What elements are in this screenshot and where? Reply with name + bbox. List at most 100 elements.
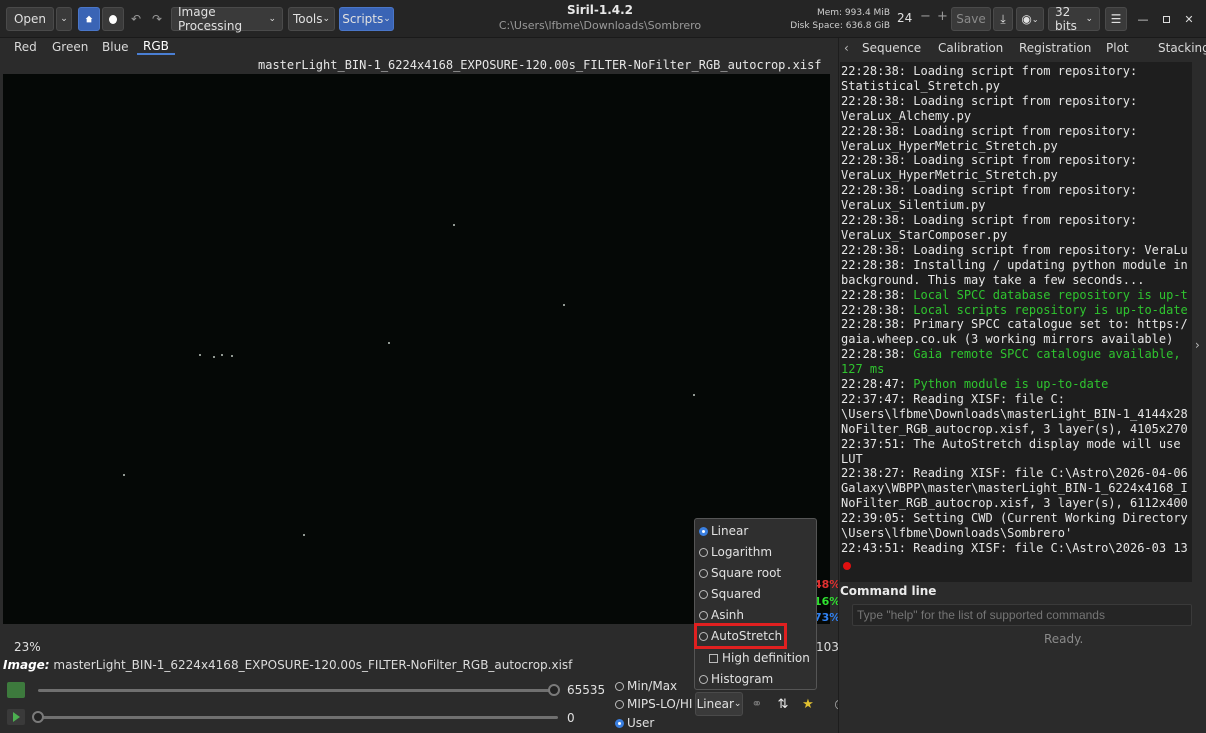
high-slider-track[interactable] bbox=[38, 689, 558, 692]
log-text: 22:28:38: bbox=[841, 347, 914, 362]
redo-button[interactable]: ↷ bbox=[148, 7, 166, 31]
image-processing-menu[interactable]: Image Processing ⌄ bbox=[171, 5, 283, 33]
console-log[interactable]: 22:28:38: Loading script from repository… bbox=[840, 62, 1192, 582]
log-text: Statistical_Stretch.py bbox=[841, 78, 1000, 93]
right-panel: ‹ Sequence Calibration Registration Plot… bbox=[838, 38, 1206, 733]
play-button[interactable] bbox=[7, 709, 25, 725]
cpu-increase-button[interactable]: + bbox=[937, 9, 948, 24]
tab-rgb[interactable]: RGB bbox=[137, 39, 175, 55]
log-text: 22:28:38: Loading script from repository… bbox=[841, 93, 1138, 108]
menu-square-root-label: Square root bbox=[711, 566, 782, 580]
link-icon: ⚭ bbox=[751, 696, 763, 712]
tab-red[interactable]: Red bbox=[14, 40, 37, 54]
menu-squared[interactable]: Squared bbox=[699, 587, 761, 601]
main-menu-button[interactable]: ☰ bbox=[1105, 7, 1127, 31]
image-name: masterLight_BIN-1_6224x4168_EXPOSURE-120… bbox=[53, 658, 573, 672]
undo-icon: ↶ bbox=[130, 12, 142, 26]
image-filename-header: masterLight_BIN-1_6224x4168_EXPOSURE-120… bbox=[258, 58, 822, 72]
menu-logarithm[interactable]: Logarithm bbox=[699, 545, 772, 559]
log-line: 22:28:38: Installing / updating python m… bbox=[841, 258, 1192, 273]
log-text: 22:43:51: Reading XISF: file C:\Astro\20… bbox=[841, 541, 1188, 555]
tab-calibration[interactable]: Calibration bbox=[938, 41, 1003, 55]
home-button[interactable] bbox=[78, 7, 100, 31]
close-icon: ✕ bbox=[1184, 12, 1194, 26]
bit-depth-button[interactable]: 32 bits ⌄ bbox=[1048, 5, 1100, 33]
menu-high-definition[interactable]: High definition bbox=[709, 651, 810, 665]
menu-square-root[interactable]: Square root bbox=[699, 566, 781, 580]
red-percent: 48% bbox=[814, 578, 841, 591]
chevron-down-icon: ⌄ bbox=[1085, 14, 1093, 24]
cpu-count: 24 bbox=[897, 11, 913, 25]
radio-icon bbox=[699, 568, 708, 578]
menu-linear[interactable]: Linear bbox=[699, 524, 748, 538]
image-processing-label: Image Processing bbox=[178, 5, 243, 33]
scripts-menu[interactable]: Scripts ⌄ bbox=[339, 7, 394, 31]
menu-asinh[interactable]: Asinh bbox=[699, 608, 744, 622]
chevron-down-icon: ⌄ bbox=[60, 14, 68, 24]
tools-menu[interactable]: Tools ⌄ bbox=[288, 7, 335, 31]
close-button[interactable]: ✕ bbox=[1178, 8, 1200, 30]
open-button[interactable]: Open bbox=[6, 7, 54, 31]
livestack-button[interactable] bbox=[102, 7, 124, 31]
working-directory: C:\Users\lfbme\Downloads\Sombrero bbox=[498, 19, 702, 32]
cpu-decrease-button[interactable]: − bbox=[920, 9, 931, 24]
log-text: Galaxy\WBPP\master\masterLight_BIN-1_622… bbox=[841, 481, 1188, 496]
menu-high-definition-label: High definition bbox=[722, 651, 810, 665]
tab-green[interactable]: Green bbox=[52, 40, 88, 54]
log-success-text: Gaia remote SPCC catalogue available, bbox=[913, 347, 1181, 362]
scale-user[interactable]: User bbox=[615, 716, 654, 730]
undo-button[interactable]: ↶ bbox=[127, 7, 145, 31]
log-success-text: 127 ms bbox=[841, 362, 885, 377]
log-success-text: Local SPCC database repository is up-t bbox=[913, 287, 1188, 302]
scale-mips[interactable]: MIPS-LO/HI bbox=[615, 697, 692, 711]
log-text: 22:28:38: Loading script from repository… bbox=[841, 123, 1138, 138]
log-line: 22:28:38: Loading script from repository… bbox=[841, 94, 1192, 109]
minimize-button[interactable]: — bbox=[1132, 8, 1154, 30]
maximize-button[interactable] bbox=[1155, 8, 1177, 30]
record-icon bbox=[109, 14, 117, 24]
log-text: 22:28:38: Loading script from repository… bbox=[841, 213, 1138, 228]
tabs-scroll-left[interactable]: ‹ bbox=[844, 41, 849, 55]
radio-icon bbox=[615, 699, 624, 709]
low-slider-track[interactable] bbox=[38, 716, 558, 719]
log-line: 22:28:38: Local scripts repository is up… bbox=[841, 303, 1192, 318]
menu-histogram[interactable]: Histogram bbox=[699, 672, 773, 686]
tab-blue[interactable]: Blue bbox=[102, 40, 129, 54]
snapshot-button[interactable]: ◉ ⌄ bbox=[1016, 7, 1044, 31]
chevron-left-icon: ‹ bbox=[844, 41, 849, 55]
save-as-button[interactable]: ⤓ bbox=[993, 7, 1013, 31]
minimize-icon: — bbox=[1137, 12, 1149, 26]
star-annotate-button[interactable]: ★ bbox=[798, 694, 818, 714]
green-screen-button[interactable] bbox=[7, 682, 25, 698]
log-line: 22:28:38: Loading script from repository… bbox=[841, 183, 1192, 198]
tab-stacking[interactable]: Stacking bbox=[1158, 41, 1206, 55]
tab-registration[interactable]: Registration bbox=[1019, 41, 1091, 55]
high-slider-knob[interactable] bbox=[548, 684, 560, 696]
scale-mips-label: MIPS-LO/HI bbox=[627, 697, 693, 711]
flip-button[interactable]: ⇅ bbox=[773, 694, 793, 714]
link-button[interactable]: ⚭ bbox=[747, 694, 767, 714]
chevron-down-icon: ⌄ bbox=[733, 699, 742, 709]
menu-squared-label: Squared bbox=[711, 587, 761, 601]
tab-plot[interactable]: Plot bbox=[1106, 41, 1129, 55]
star bbox=[221, 354, 223, 356]
display-mode-button[interactable]: Linear ⌄ bbox=[695, 692, 743, 716]
log-line: VeraLux_Silentium.py bbox=[841, 198, 1192, 213]
low-slider-knob[interactable] bbox=[32, 711, 44, 723]
log-line: NoFilter_RGB_autocrop.xisf, 3 layer(s), … bbox=[841, 422, 1192, 437]
log-text: 22:28:38: bbox=[841, 302, 914, 317]
save-button[interactable]: Save bbox=[951, 7, 991, 31]
home-icon bbox=[85, 15, 93, 23]
star bbox=[303, 534, 305, 536]
command-input[interactable] bbox=[852, 604, 1192, 626]
radio-icon bbox=[699, 589, 708, 599]
log-text: 22:28:38: Loading script from repository… bbox=[841, 242, 1188, 257]
tab-sequence[interactable]: Sequence bbox=[862, 41, 921, 55]
coordinate-readout: 103 bbox=[816, 640, 839, 654]
log-text: 22:28:38: Installing / updating python m… bbox=[841, 257, 1188, 272]
log-text: 22:37:51: The AutoStretch display mode w… bbox=[841, 436, 1181, 451]
recent-dropdown-button[interactable]: ⌄ bbox=[56, 7, 72, 31]
scale-minmax[interactable]: Min/Max bbox=[615, 679, 677, 693]
panel-expand-arrow[interactable]: › bbox=[1195, 338, 1200, 352]
green-percent: 16% bbox=[814, 595, 841, 608]
